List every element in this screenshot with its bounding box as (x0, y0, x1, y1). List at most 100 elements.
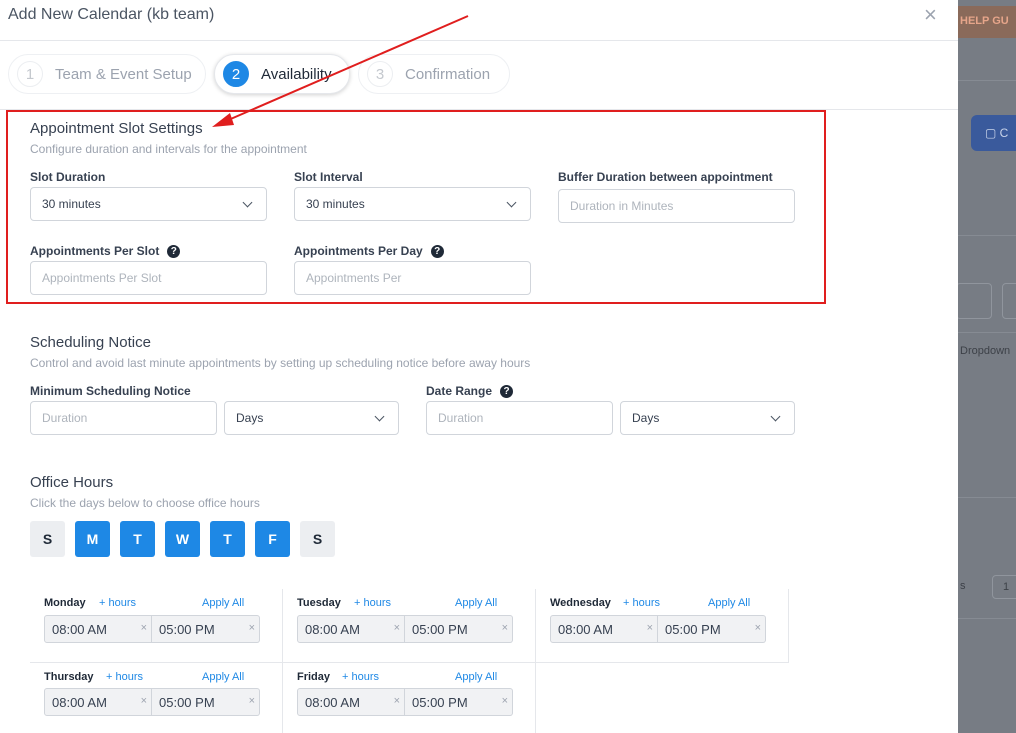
clear-icon[interactable]: × (755, 622, 761, 634)
background-item-text: s (960, 580, 966, 592)
wednesday-start-time[interactable]: 08:00 AM × (550, 615, 658, 643)
step-number: 1 (17, 61, 43, 87)
day-toggle-sunday[interactable]: S (30, 521, 65, 557)
wednesday-apply-all-link[interactable]: Apply All (708, 597, 750, 609)
background-help-guide-banner: HELP GU (958, 6, 1016, 38)
grid-divider (535, 589, 536, 733)
date-range-label-text: Date Range (426, 384, 493, 398)
thursday-label: Thursday (44, 671, 94, 683)
step-availability[interactable]: 2 Availability (214, 54, 350, 94)
step-label: Availability (261, 65, 332, 83)
friday-end-time[interactable]: 05:00 PM × (405, 688, 513, 716)
tuesday-apply-all-link[interactable]: Apply All (455, 597, 497, 609)
thursday-end-time[interactable]: 05:00 PM × (152, 688, 260, 716)
min-scheduling-notice-label: Minimum Scheduling Notice (30, 384, 191, 398)
end-time-value: 05:00 PM (665, 621, 721, 637)
background-divider (958, 497, 1016, 498)
step-team-event-setup[interactable]: 1 Team & Event Setup (8, 54, 206, 94)
tuesday-end-time[interactable]: 05:00 PM × (405, 615, 513, 643)
office-hours-grid: Monday + hours Apply All 08:00 AM × 05:00… (30, 589, 790, 733)
monday-add-hours-link[interactable]: + hours (99, 597, 136, 609)
tuesday-add-hours-link[interactable]: + hours (354, 597, 391, 609)
background-page-overlay: HELP GU ▢ C Dropdown s 1 (958, 0, 1016, 733)
friday-label: Friday (297, 671, 331, 683)
day-toggle-monday[interactable]: M (75, 521, 110, 557)
clear-icon[interactable]: × (141, 695, 147, 707)
background-help-text: HELP GU (960, 15, 1009, 27)
clear-icon[interactable]: × (647, 622, 653, 634)
thursday-start-time[interactable]: 08:00 AM × (44, 688, 152, 716)
clear-icon[interactable]: × (141, 622, 147, 634)
clear-icon[interactable]: × (249, 622, 255, 634)
chevron-down-icon (770, 411, 781, 421)
step-number: 2 (223, 61, 249, 87)
start-time-value: 08:00 AM (52, 694, 107, 710)
clear-icon[interactable]: × (394, 622, 400, 634)
background-calendar-button: ▢ C (971, 115, 1016, 151)
step-label: Confirmation (405, 65, 491, 83)
tuesday-label: Tuesday (297, 597, 341, 609)
step-confirmation[interactable]: 3 Confirmation (358, 54, 510, 94)
date-range-unit-value: Days (632, 411, 660, 425)
grid-divider (30, 662, 788, 663)
tuesday-start-time[interactable]: 08:00 AM × (297, 615, 405, 643)
min-notice-unit-value: Days (236, 411, 264, 425)
annotation-highlight-box (6, 110, 826, 304)
office-hours-title: Office Hours (30, 474, 114, 491)
wednesday-end-time[interactable]: 05:00 PM × (658, 615, 766, 643)
scheduling-notice-subtitle: Control and avoid last minute appointmen… (30, 356, 531, 370)
start-time-value: 08:00 AM (558, 621, 613, 637)
day-toggle-friday[interactable]: F (255, 521, 290, 557)
start-time-value: 08:00 AM (52, 621, 107, 637)
thursday-apply-all-link[interactable]: Apply All (202, 671, 244, 683)
close-icon[interactable]: × (924, 2, 937, 28)
clear-icon[interactable]: × (502, 695, 508, 707)
friday-start-time[interactable]: 08:00 AM × (297, 688, 405, 716)
date-range-label: Date Range ? (426, 384, 514, 398)
step-number: 3 (367, 61, 393, 87)
header-divider (0, 40, 958, 41)
scheduling-notice-title: Scheduling Notice (30, 334, 151, 351)
min-notice-unit-select[interactable]: Days (224, 401, 399, 435)
background-divider (958, 235, 1016, 236)
background-button-label: C (999, 126, 1009, 140)
add-calendar-modal: Add New Calendar (kb team) × 1 Team & Ev… (0, 0, 958, 733)
office-hours-subtitle: Click the days below to choose office ho… (30, 496, 260, 510)
wednesday-add-hours-link[interactable]: + hours (623, 597, 660, 609)
help-icon[interactable]: ? (500, 384, 514, 398)
monday-apply-all-link[interactable]: Apply All (202, 597, 244, 609)
background-divider (958, 80, 1016, 81)
start-time-value: 08:00 AM (305, 621, 360, 637)
background-input-box (958, 283, 992, 319)
clear-icon[interactable]: × (394, 695, 400, 707)
background-divider (958, 332, 1016, 333)
min-notice-duration-input[interactable] (30, 401, 217, 435)
grid-divider (788, 589, 789, 663)
date-range-unit-select[interactable]: Days (620, 401, 795, 435)
background-pager-box: 1 (992, 575, 1016, 599)
thursday-add-hours-link[interactable]: + hours (106, 671, 143, 683)
monday-end-time[interactable]: 05:00 PM × (152, 615, 260, 643)
clear-icon[interactable]: × (502, 622, 508, 634)
chevron-down-icon (374, 411, 385, 421)
end-time-value: 05:00 PM (412, 621, 468, 637)
wednesday-label: Wednesday (550, 597, 611, 609)
grid-divider (282, 589, 283, 733)
day-toggle-wednesday[interactable]: W (165, 521, 200, 557)
step-label: Team & Event Setup (55, 65, 192, 83)
end-time-value: 05:00 PM (412, 694, 468, 710)
background-dropdown-text: Dropdown (960, 345, 1011, 357)
background-input-box (1002, 283, 1016, 319)
clear-icon[interactable]: × (249, 695, 255, 707)
friday-apply-all-link[interactable]: Apply All (455, 671, 497, 683)
background-divider (958, 618, 1016, 619)
day-toggle-tuesday[interactable]: T (120, 521, 155, 557)
date-range-duration-input[interactable] (426, 401, 613, 435)
monday-start-time[interactable]: 08:00 AM × (44, 615, 152, 643)
end-time-value: 05:00 PM (159, 621, 215, 637)
monday-label: Monday (44, 597, 86, 609)
end-time-value: 05:00 PM (159, 694, 215, 710)
day-toggle-thursday[interactable]: T (210, 521, 245, 557)
day-toggle-saturday[interactable]: S (300, 521, 335, 557)
friday-add-hours-link[interactable]: + hours (342, 671, 379, 683)
